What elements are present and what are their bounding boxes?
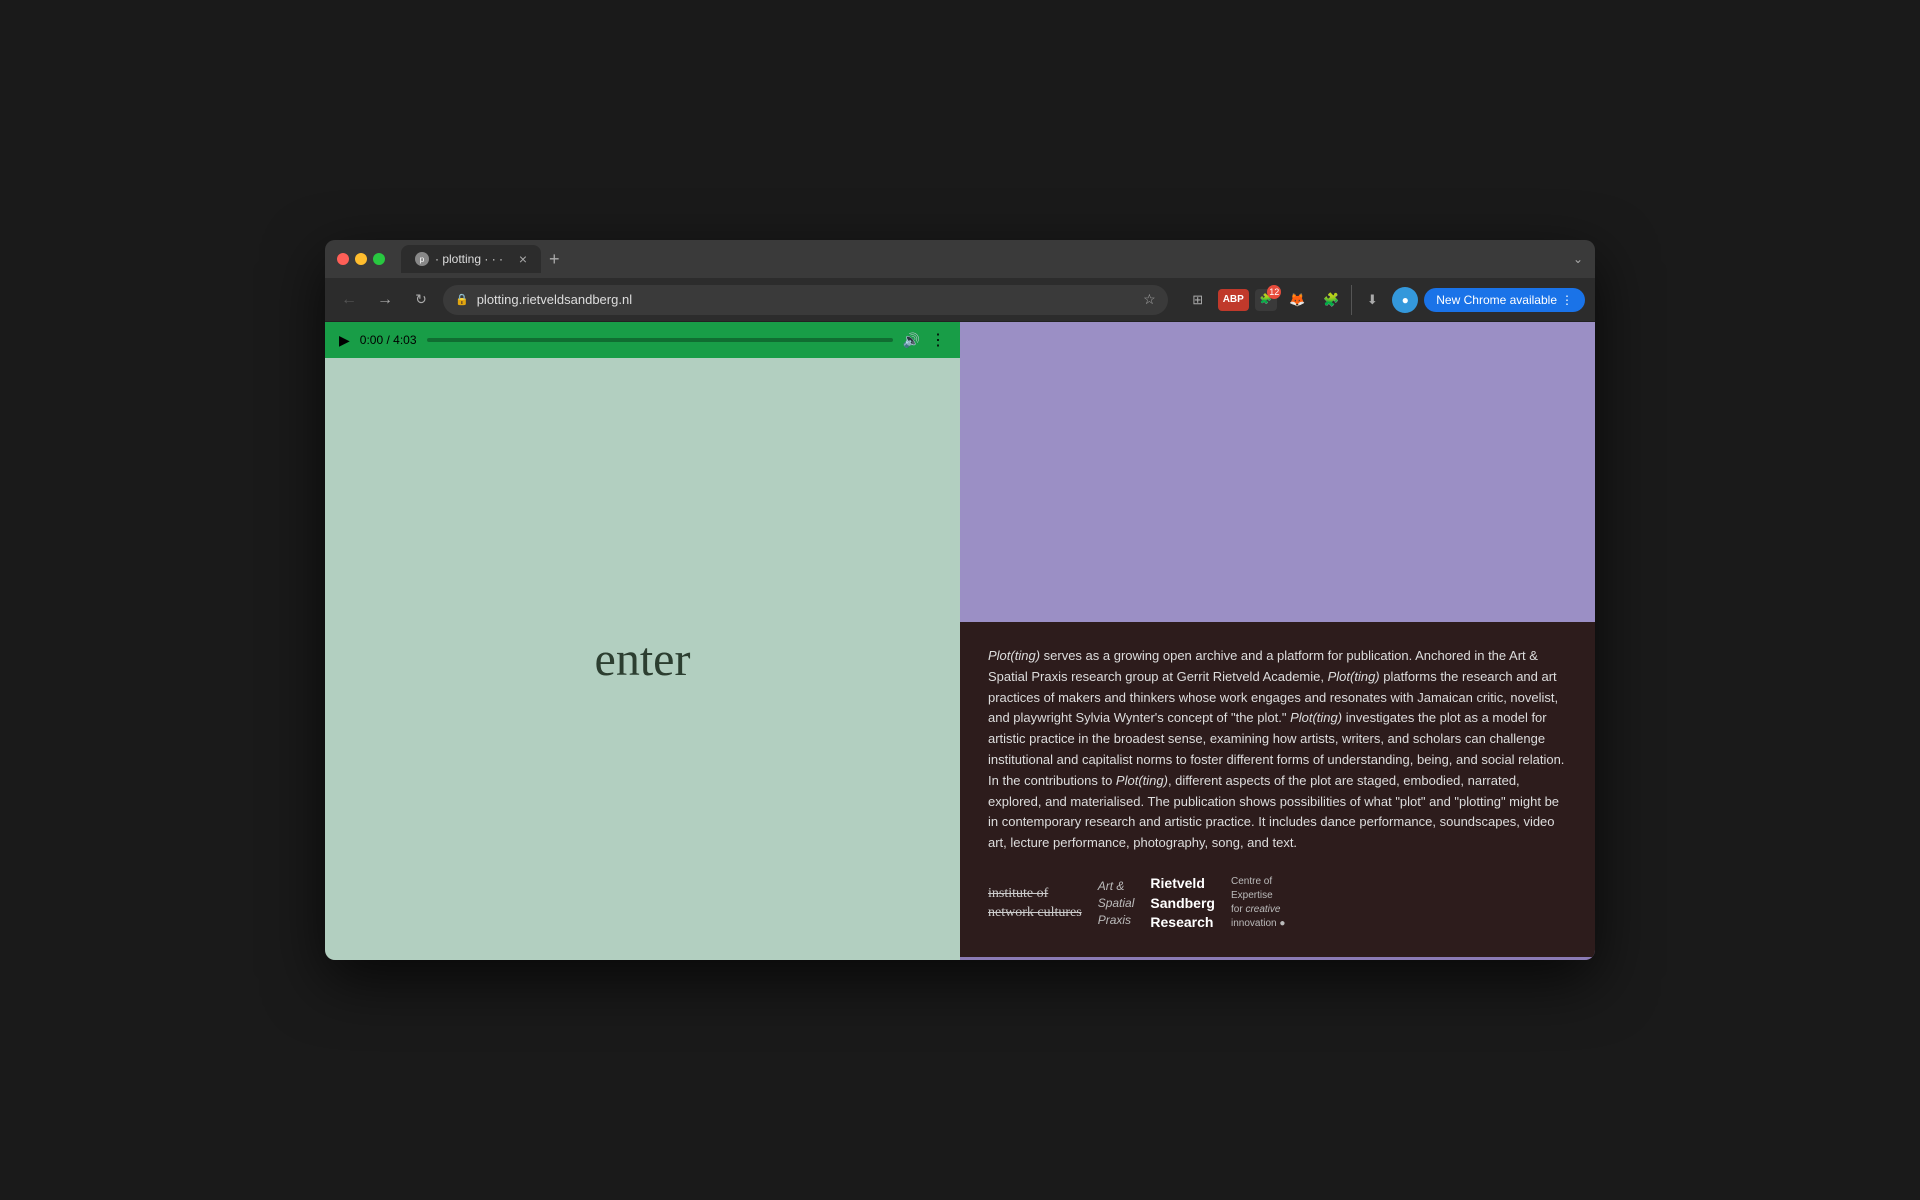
- back-button[interactable]: ←: [335, 286, 363, 314]
- enter-section[interactable]: enter: [325, 358, 960, 960]
- tab-close-button[interactable]: ×: [519, 251, 527, 267]
- more-options-button[interactable]: ⋮: [930, 330, 946, 350]
- media-control-button[interactable]: ⊞: [1184, 286, 1212, 314]
- extensions-badge-button[interactable]: 🧩 12: [1255, 289, 1277, 311]
- window-controls: [337, 253, 385, 265]
- profile-button[interactable]: ●: [1392, 287, 1418, 313]
- play-button[interactable]: ▶: [339, 332, 350, 349]
- browser-window: p · plotting · · · × + ⌄ ← → ↻ 🔒 plottin…: [325, 240, 1595, 960]
- purple-top: [960, 322, 1595, 622]
- new-chrome-menu-icon: ⋮: [1561, 293, 1573, 307]
- download-button[interactable]: ⬇: [1358, 286, 1386, 314]
- url-bar[interactable]: 🔒 plotting.rietveldsandberg.nl ☆: [443, 285, 1168, 315]
- logo-centre: Centre of Expertise for creative innovat…: [1231, 875, 1285, 931]
- video-section: ▶ 0:00 / 4:03 🔊 ⋮: [325, 322, 960, 358]
- web-content: ▶ 0:00 / 4:03 🔊 ⋮ Plot(ting) serves: [325, 322, 1595, 960]
- new-chrome-button[interactable]: New Chrome available ⋮: [1424, 288, 1585, 312]
- browser-actions: ⊞ ABP 🧩 12 🦊 🧩 ⬇ ● New Chrome available …: [1184, 285, 1585, 315]
- enter-label[interactable]: enter: [595, 632, 691, 687]
- description-text: Plot(ting) serves as a growing open arch…: [988, 646, 1567, 854]
- logos-row: institute of network cultures Art & Spat…: [988, 874, 1567, 933]
- tab-title: · plotting · · ·: [435, 252, 503, 266]
- audio-player: ▶ 0:00 / 4:03 🔊 ⋮: [325, 322, 960, 358]
- active-tab[interactable]: p · plotting · · · ×: [401, 245, 541, 273]
- logo-inc: institute of network cultures: [988, 884, 1082, 923]
- logo-sandberg: Rietveld Sandberg Research: [1150, 874, 1215, 933]
- extension-count: 12: [1267, 285, 1281, 299]
- close-button[interactable]: [337, 253, 349, 265]
- current-time: 0:00 / 4:03: [360, 333, 417, 347]
- tab-favicon: p: [415, 252, 429, 266]
- title-bar: p · plotting · · · × + ⌄: [325, 240, 1595, 278]
- progress-bar[interactable]: [427, 338, 893, 342]
- forward-button[interactable]: →: [371, 286, 399, 314]
- volume-button[interactable]: 🔊: [903, 332, 920, 349]
- description-section: Plot(ting) serves as a growing open arch…: [960, 622, 1595, 957]
- reload-button[interactable]: ↻: [407, 286, 435, 314]
- bookmark-icon[interactable]: ☆: [1143, 291, 1156, 308]
- maximize-button[interactable]: [373, 253, 385, 265]
- adblock-button[interactable]: ABP: [1218, 289, 1249, 311]
- url-text: plotting.rietveldsandberg.nl: [477, 292, 1135, 307]
- fox-extension-button[interactable]: 🦊: [1283, 286, 1311, 314]
- purple-section: Plot(ting) serves as a growing open arch…: [960, 322, 1595, 960]
- divider: [1351, 285, 1352, 315]
- tab-bar: p · plotting · · · × + ⌄: [401, 245, 1583, 273]
- new-chrome-label: New Chrome available: [1436, 293, 1557, 307]
- new-tab-button[interactable]: +: [545, 249, 564, 270]
- extensions-button[interactable]: 🧩: [1317, 286, 1345, 314]
- minimize-button[interactable]: [355, 253, 367, 265]
- address-bar: ← → ↻ 🔒 plotting.rietveldsandberg.nl ☆ ⊞…: [325, 278, 1595, 322]
- lock-icon: 🔒: [455, 293, 469, 306]
- tab-list-button[interactable]: ⌄: [1573, 252, 1583, 266]
- logo-spatial: Art & Spatial Praxis: [1098, 878, 1135, 928]
